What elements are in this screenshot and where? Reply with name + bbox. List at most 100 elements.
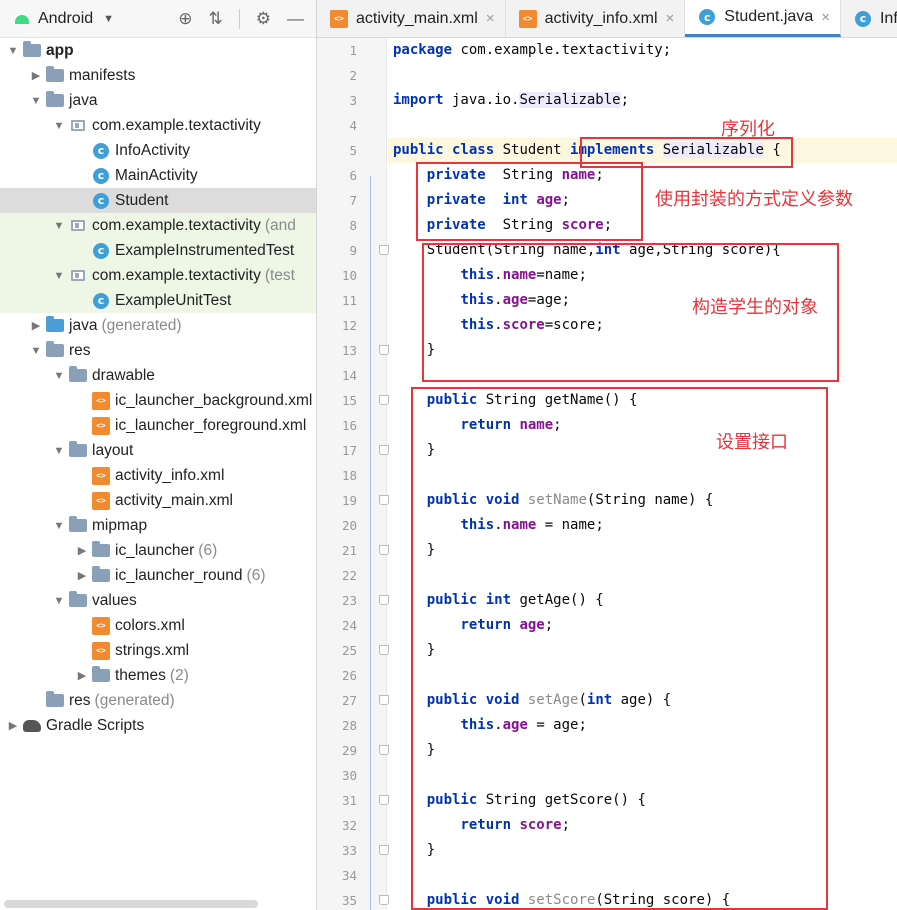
code-line[interactable] — [388, 363, 897, 388]
line-number: 24 — [341, 618, 357, 633]
tree-item[interactable]: res (generated) — [0, 688, 316, 713]
line-number-gutter: 1 2 3 4 5 6 7 8 9 10 11 12 13 14 15 16 17 18 19 20 21 22 23 24 2… — [317, 38, 389, 910]
tree-item[interactable]: c ExampleInstrumentedTest — [0, 238, 316, 263]
tree-item[interactable]: c ExampleUnitTest — [0, 288, 316, 313]
tree-item[interactable]: ▶ Gradle Scripts — [0, 713, 316, 738]
code-line[interactable]: public String getName() { — [388, 388, 897, 413]
code-line[interactable]: } — [388, 638, 897, 663]
code-line[interactable] — [388, 863, 897, 888]
tree-item[interactable]: ▼ com.example.textactivity (test — [0, 263, 316, 288]
code-line[interactable]: } — [388, 738, 897, 763]
chevron-down-icon[interactable]: ▼ — [52, 595, 66, 607]
collapse-all-icon[interactable]: ⇅ — [209, 9, 223, 29]
code-line[interactable] — [388, 63, 897, 88]
code-line[interactable]: public class Student implements Serializ… — [388, 138, 897, 163]
chevron-right-icon[interactable]: ▶ — [75, 544, 89, 557]
tree-item[interactable]: c InfoActivity — [0, 138, 316, 163]
code-line[interactable]: return score; — [388, 813, 897, 838]
code-line[interactable] — [388, 763, 897, 788]
code-line[interactable]: this.score=score; — [388, 313, 897, 338]
tree-item[interactable]: ▼ values — [0, 588, 316, 613]
horizontal-scrollbar[interactable] — [4, 900, 258, 908]
chevron-down-icon[interactable]: ▼ — [29, 345, 43, 357]
tree-item-suffix: (generated) — [94, 691, 175, 709]
code-line[interactable]: } — [388, 338, 897, 363]
tree-item[interactable]: <> activity_main.xml — [0, 488, 316, 513]
tree-item[interactable]: ▶ ic_launcher (6) — [0, 538, 316, 563]
code-line[interactable] — [388, 113, 897, 138]
tree-item[interactable]: <> ic_launcher_background.xml — [0, 388, 316, 413]
code-line[interactable] — [388, 663, 897, 688]
xml-icon: <> — [330, 9, 348, 28]
code-line[interactable]: public void setAge(int age) { — [388, 688, 897, 713]
gear-icon[interactable]: ⚙ — [256, 9, 271, 29]
code-line[interactable]: public void setScore(String score) { — [388, 888, 897, 910]
tree-item[interactable]: ▶ ic_launcher_round (6) — [0, 563, 316, 588]
code-line[interactable]: this.name = name; — [388, 513, 897, 538]
chevron-down-icon[interactable]: ▼ — [6, 45, 20, 57]
tree-item[interactable]: ▼ layout — [0, 438, 316, 463]
code-line[interactable]: public String getScore() { — [388, 788, 897, 813]
chevron-right-icon[interactable]: ▶ — [75, 569, 89, 582]
chevron-down-icon[interactable]: ▼ — [103, 13, 114, 25]
project-view-selector[interactable]: Android — [38, 10, 93, 28]
code-line[interactable]: return age; — [388, 613, 897, 638]
code-line[interactable] — [388, 563, 897, 588]
close-icon[interactable]: × — [666, 10, 675, 27]
tree-item[interactable]: ▶ manifests — [0, 63, 316, 88]
tree-item[interactable]: <> strings.xml — [0, 638, 316, 663]
code-line[interactable] — [388, 463, 897, 488]
code-line[interactable]: public void setName(String name) { — [388, 488, 897, 513]
close-icon[interactable]: × — [821, 9, 830, 26]
line-number: 15 — [341, 393, 357, 408]
tree-item[interactable]: ▼ java — [0, 88, 316, 113]
tree-item[interactable]: <> activity_info.xml — [0, 463, 316, 488]
code-area[interactable]: package com.example.textactivity; import … — [388, 38, 897, 910]
tree-item[interactable]: ▼ drawable — [0, 363, 316, 388]
chevron-down-icon[interactable]: ▼ — [52, 370, 66, 382]
folder-icon — [69, 366, 87, 384]
code-line[interactable]: this.age = age; — [388, 713, 897, 738]
chevron-down-icon[interactable]: ▼ — [52, 270, 66, 282]
chevron-down-icon[interactable]: ▼ — [29, 95, 43, 107]
editor-tab[interactable]: <> activity_main.xml × — [317, 0, 506, 37]
tree-item[interactable]: <> colors.xml — [0, 613, 316, 638]
chevron-right-icon[interactable]: ▶ — [75, 669, 89, 682]
tree-item[interactable]: ▼ app — [0, 38, 316, 63]
tree-item[interactable]: ▼ res — [0, 338, 316, 363]
tree-item[interactable]: ▶ themes (2) — [0, 663, 316, 688]
code-line[interactable]: } — [388, 838, 897, 863]
code-line[interactable]: public int getAge() { — [388, 588, 897, 613]
tree-item[interactable]: ▶ java (generated) — [0, 313, 316, 338]
tree-item[interactable]: c Student — [0, 188, 316, 213]
chevron-right-icon[interactable]: ▶ — [6, 719, 20, 732]
tree-item[interactable]: ▼ mipmap — [0, 513, 316, 538]
line-number: 25 — [341, 643, 357, 658]
tree-item[interactable]: c MainActivity — [0, 163, 316, 188]
chevron-down-icon[interactable]: ▼ — [52, 520, 66, 532]
editor-tabs: <> activity_main.xml × <> activity_info.xml ×… — [317, 0, 897, 38]
minimize-icon[interactable]: — — [287, 9, 304, 29]
tree-item[interactable]: <> ic_launcher_foreground.xml — [0, 413, 316, 438]
editor-tab[interactable]: c Infc — [841, 0, 897, 37]
editor-tab[interactable]: c Student.java × — [685, 0, 841, 37]
tree-item[interactable]: ▼ com.example.textactivity (and — [0, 213, 316, 238]
chevron-down-icon[interactable]: ▼ — [52, 445, 66, 457]
code-line[interactable]: Student(String name,int age,String score… — [388, 238, 897, 263]
code-line[interactable]: import java.io.Serializable; — [388, 88, 897, 113]
tree-item[interactable]: ▼ com.example.textactivity — [0, 113, 316, 138]
code-line[interactable]: this.age=age; — [388, 288, 897, 313]
code-line[interactable]: private String score; — [388, 213, 897, 238]
editor-tab[interactable]: <> activity_info.xml × — [506, 0, 686, 37]
chevron-down-icon[interactable]: ▼ — [52, 120, 66, 132]
code-line[interactable]: this.name=name; — [388, 263, 897, 288]
chevron-right-icon[interactable]: ▶ — [29, 319, 43, 332]
code-line[interactable]: package com.example.textactivity; — [388, 38, 897, 63]
chevron-down-icon[interactable]: ▼ — [52, 220, 66, 232]
code-line[interactable]: return name; — [388, 413, 897, 438]
code-line[interactable]: } — [388, 438, 897, 463]
chevron-right-icon[interactable]: ▶ — [29, 69, 43, 82]
locate-icon[interactable]: ⊕ — [178, 9, 192, 29]
code-line[interactable]: } — [388, 538, 897, 563]
close-icon[interactable]: × — [486, 10, 495, 27]
